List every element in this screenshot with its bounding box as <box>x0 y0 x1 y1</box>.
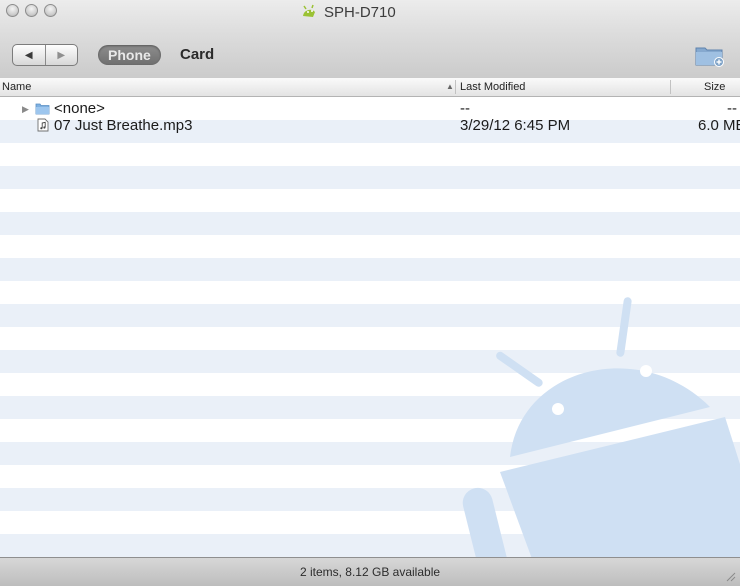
zoom-button[interactable] <box>44 4 57 17</box>
window-toolbar: SPH-D710 ◀ ▶ Phone Card <box>0 0 740 79</box>
file-browser-window: SPH-D710 ◀ ▶ Phone Card Name ▲ Last Modi… <box>0 0 740 586</box>
minimize-button[interactable] <box>25 4 38 17</box>
resize-grip-icon[interactable] <box>724 570 736 582</box>
file-last-modified: -- <box>460 100 470 117</box>
close-button[interactable] <box>6 4 19 17</box>
file-list[interactable]: ▶ <none> -- -- 07 Just Breathe.mp3 3/29/… <box>0 97 740 557</box>
column-header-name[interactable]: Name <box>2 78 31 96</box>
column-header-size[interactable]: Size <box>704 78 725 96</box>
file-name: 07 Just Breathe.mp3 <box>54 117 193 134</box>
audio-file-icon <box>37 118 49 132</box>
disclosure-triangle-icon[interactable]: ▶ <box>22 101 29 118</box>
window-title-text: SPH-D710 <box>324 3 396 21</box>
forward-button[interactable]: ▶ <box>46 45 78 65</box>
window-title: SPH-D710 <box>300 2 396 22</box>
back-button[interactable]: ◀ <box>13 45 46 65</box>
folder-icon <box>35 103 50 115</box>
list-item-file[interactable]: 07 Just Breathe.mp3 3/29/12 6:45 PM 6.0 … <box>0 117 740 134</box>
android-robot-icon <box>303 4 315 17</box>
sort-ascending-icon: ▲ <box>446 82 454 91</box>
file-name: <none> <box>54 100 105 117</box>
column-header-last-modified[interactable]: Last Modified <box>460 78 525 96</box>
file-size: 6.0 MB <box>698 117 740 134</box>
list-item-folder[interactable]: ▶ <none> -- -- <box>0 100 740 117</box>
file-size: -- <box>727 100 737 117</box>
status-text: 2 items, 8.12 GB available <box>299 565 441 579</box>
column-divider[interactable] <box>455 80 456 94</box>
card-storage-tab[interactable]: Card <box>180 45 214 65</box>
file-last-modified: 3/29/12 6:45 PM <box>460 117 571 134</box>
column-divider[interactable] <box>670 80 671 94</box>
status-bar: 2 items, 8.12 GB available <box>0 557 740 586</box>
phone-storage-tab[interactable]: Phone <box>98 45 161 65</box>
window-controls <box>6 4 57 17</box>
android-watermark-icon <box>462 297 740 557</box>
column-header-row: Name ▲ Last Modified Size <box>0 78 740 97</box>
navigation-buttons: ◀ ▶ <box>12 44 78 66</box>
new-folder-icon[interactable] <box>694 42 726 68</box>
